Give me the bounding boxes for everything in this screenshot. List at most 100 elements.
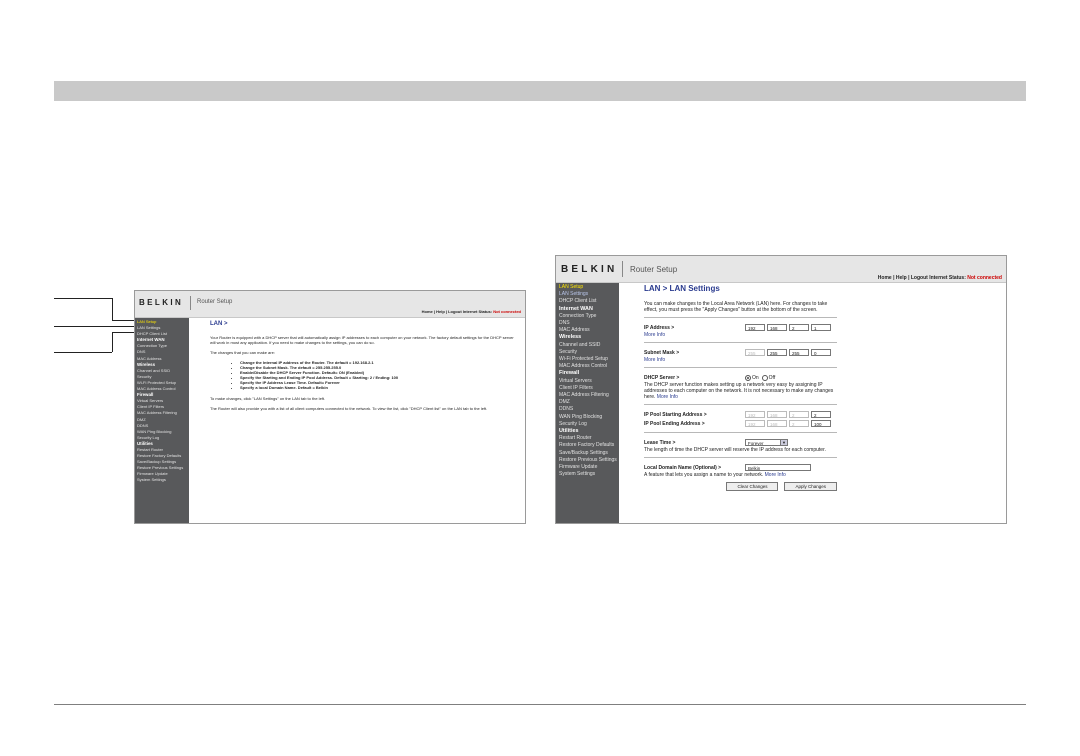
intro-text: Your Router is equipped with a DHCP serv…	[210, 335, 514, 345]
changes-list: Change the Internal IP address of the Ro…	[210, 360, 515, 390]
more-info-link[interactable]: More Info	[644, 357, 837, 363]
sidebar-section-wireless: Wireless	[559, 334, 582, 341]
sidebar-item-security-log[interactable]: Security Log	[556, 421, 619, 428]
sidebar-item-restore-factory-defaults[interactable]: Restore Factory Defaults	[556, 442, 619, 449]
callout-line-1-tip	[112, 320, 134, 321]
callout-line-3	[54, 352, 112, 353]
sidebar-item-connection-type[interactable]: Connection Type	[556, 313, 619, 320]
apply-changes-button[interactable]: Apply Changes	[784, 482, 837, 491]
logo-divider	[622, 261, 623, 277]
dhcp-on-label: On	[752, 374, 759, 381]
dhcp-off-radio[interactable]	[761, 374, 768, 381]
sidebar-item-ddns[interactable]: DDNS	[556, 406, 619, 413]
lan-overview-screenshot: BELKIN Router Setup Home | Help | Logout…	[134, 290, 526, 524]
router-title: Router Setup	[630, 265, 678, 274]
more-info-link[interactable]: More Info	[644, 332, 837, 338]
lease-time-select[interactable]: Forever ▼	[745, 439, 788, 446]
header-band	[54, 81, 1026, 101]
lease-description: The length of time the DHCP server will …	[644, 447, 826, 453]
pool-end-octet-4-input[interactable]: 100	[811, 420, 831, 427]
chevron-down-icon[interactable]: ▼	[780, 440, 787, 445]
sidebar-item-channel-and-ssid[interactable]: Channel and SSID	[556, 342, 619, 349]
sidebar-section-firewall: Firewall	[559, 370, 580, 377]
ip-octet-1-input[interactable]: 192	[745, 324, 765, 331]
subnet-octet-4-input[interactable]: 0	[811, 349, 831, 356]
more-info-link[interactable]: More Info	[765, 472, 786, 478]
router-header: BELKIN Router Setup Home | Help | Logout…	[556, 256, 1006, 283]
ip-pool-block: IP Pool Starting Address > 192 168 2 2 I…	[644, 410, 837, 433]
lease-time-label: Lease Time >	[644, 439, 676, 446]
pool-end-label: IP Pool Ending Address >	[644, 420, 705, 427]
sidebar-item-dhcp-client-list[interactable]: DHCP Client List	[556, 298, 619, 305]
logo-divider	[190, 296, 191, 310]
subnet-octet-2-input[interactable]: 255	[767, 349, 787, 356]
sidebar-item-client-ip-filters[interactable]: Client IP Filters	[556, 385, 619, 392]
lan-settings-form: LAN > LAN Settings You can make changes …	[620, 283, 1006, 523]
sidebar-item-mac-address-control[interactable]: MAC Address Control	[556, 363, 619, 370]
sidebar-section-utilities: Utilities	[559, 428, 579, 435]
belkin-logo: BELKIN	[139, 298, 184, 307]
sidebar-nav: LAN Setup LAN Settings DHCP Client List Int…	[135, 318, 189, 523]
sidebar-item-security[interactable]: Security	[556, 349, 619, 356]
router-header: BELKIN Router Setup Home | Help | Logout…	[135, 291, 525, 318]
client-list-text: The Router will also provide you with a …	[210, 406, 488, 411]
sidebar-item-dns[interactable]: DNS	[556, 320, 619, 327]
footer-rule	[54, 704, 1026, 705]
subnet-octet-1-input[interactable]: 255	[745, 349, 765, 356]
sidebar-item-lan-setup[interactable]: LAN Setup	[556, 284, 619, 291]
sidebar-item-restart-router[interactable]: Restart Router	[556, 435, 619, 442]
sidebar-item-firmware-update[interactable]: Firmware Update	[556, 464, 619, 471]
callout-line-1-drop	[112, 298, 113, 320]
lease-time-block: Lease Time > Forever ▼ The length of time…	[644, 438, 837, 458]
more-info-link[interactable]: More Info	[657, 394, 678, 400]
domain-name-input[interactable]: Belkin	[745, 464, 811, 471]
sidebar-item-system-settings[interactable]: System Settings	[556, 471, 619, 478]
pool-end-octet-3: 2	[789, 420, 809, 427]
changes-intro: The changes that you can make are:	[210, 350, 275, 355]
page-heading: LAN >	[210, 321, 228, 327]
intro-text: You can make changes to the Local Area N…	[644, 301, 828, 313]
sidebar-item-wi-fi-protected-setup[interactable]: Wi-Fi Protected Setup	[556, 356, 619, 363]
dhcp-server-block: DHCP Server > On Off The DHCP server fun…	[644, 373, 837, 405]
dhcp-on-radio[interactable]	[745, 374, 751, 381]
pool-end-octet-2: 168	[767, 420, 787, 427]
sidebar-item-mac-address[interactable]: MAC Address	[556, 327, 619, 334]
sidebar-item-lan-settings[interactable]: LAN Settings	[556, 291, 619, 298]
intro-block: You can make changes to the Local Area N…	[644, 301, 837, 318]
callout-line-1	[54, 298, 112, 299]
sidebar-item-restore-previous-settings[interactable]: Restore Previous Settings	[556, 457, 619, 464]
dhcp-off-label: Off	[768, 374, 776, 381]
sidebar-item-save-backup-settings[interactable]: Save/Backup Settings	[556, 450, 619, 457]
subnet-mask-block: Subnet Mask > 255 255 255 0 More Info	[644, 348, 837, 368]
pool-end-octet-1: 192	[745, 420, 765, 427]
lan-overview-content: LAN > Your Router is equipped with a DHC…	[190, 318, 525, 523]
nav-links[interactable]: Home | Help | Logout Internet Status:	[422, 309, 494, 314]
ip-address-label: IP Address >	[644, 324, 675, 331]
clear-changes-button[interactable]: Clear Changes	[726, 482, 779, 491]
lan-settings-screenshot: BELKIN Router Setup Home | Help | Logout…	[555, 255, 1007, 524]
pool-start-octet-4-input[interactable]: 2	[811, 411, 831, 418]
sidebar-section-internet-wan: Internet WAN	[559, 305, 593, 312]
make-changes-text: To make changes, click "LAN Settings" on…	[210, 396, 326, 401]
pool-start-octet-2: 168	[767, 411, 787, 418]
router-title: Router Setup	[197, 299, 233, 305]
sidebar-item-wan-ping-blocking[interactable]: WAN Ping Blocking	[556, 414, 619, 421]
internet-status-value: Not connected	[493, 309, 521, 314]
domain-name-label: Local Domain Name (Optional) >	[644, 464, 722, 471]
subnet-mask-label: Subnet Mask >	[644, 349, 680, 356]
sidebar-nav: LAN Setup LAN Settings DHCP Client List Int…	[556, 283, 619, 523]
status-bar: Home | Help | Logout Internet Status: No…	[878, 275, 1002, 281]
callout-line-3-rise	[112, 332, 113, 352]
page-heading: LAN > LAN Settings	[644, 284, 720, 293]
list-item: Specify a local Domain Name. Default = B…	[240, 385, 515, 390]
internet-status-value: Not connected	[967, 275, 1002, 281]
ip-octet-2-input[interactable]: 168	[767, 324, 787, 331]
sidebar-item-virtual-servers[interactable]: Virtual Servers	[556, 378, 619, 385]
sidebar-item-system-settings[interactable]: System Settings	[135, 477, 189, 483]
ip-octet-3-input[interactable]: 2	[789, 324, 809, 331]
sidebar-item-dmz[interactable]: DMZ	[556, 399, 619, 406]
sidebar-item-mac-address-filtering[interactable]: MAC Address Filtering	[556, 392, 619, 399]
subnet-octet-3-input[interactable]: 255	[789, 349, 809, 356]
nav-links[interactable]: Home | Help | Logout Internet Status:	[878, 275, 967, 281]
ip-octet-4-input[interactable]: 1	[811, 324, 831, 331]
